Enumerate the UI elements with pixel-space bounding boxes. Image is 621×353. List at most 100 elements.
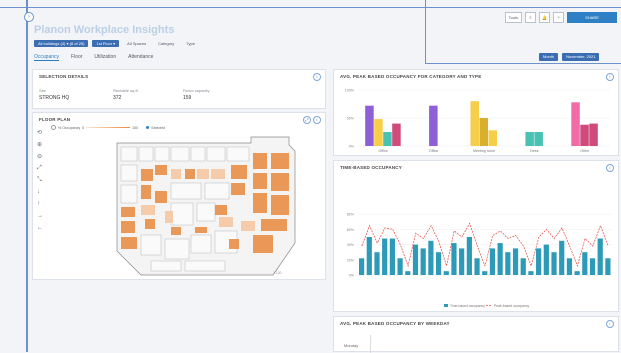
chart3-title: AVG. PEAK BASED OCCUPANCY BY WEEKDAY — [340, 321, 450, 326]
fit-tool[interactable]: ⤢ — [37, 165, 42, 172]
rentable-label: Rentable sq.ft — [113, 88, 138, 93]
info-icon[interactable]: i — [606, 320, 614, 328]
bar — [574, 271, 580, 275]
filter-bar: All buildings (4) ▾ (8 of 25) 1st Floor … — [34, 40, 199, 47]
bell-icon[interactable]: 🔔 — [539, 12, 550, 23]
floor-plan-title: FLOOR PLAN — [39, 117, 71, 122]
bar — [382, 238, 388, 275]
info-icon[interactable]: i — [313, 73, 321, 81]
pan-down-tool[interactable]: ↓ — [37, 189, 40, 195]
expand-icon[interactable]: ⤢ — [303, 116, 311, 124]
bar — [366, 237, 372, 275]
bar — [429, 105, 438, 146]
bar — [389, 238, 395, 275]
site-label: Site — [39, 88, 46, 93]
weekday-label: Monday — [344, 343, 359, 348]
x-tick-label: Office — [379, 149, 388, 153]
bar — [374, 119, 383, 146]
category-type-occupancy-panel: AVG. PEAK BASED OCCUPANCY FOR CATEGORY A… — [333, 69, 619, 156]
filter-building[interactable]: All buildings (4) ▾ (8 of 25) — [34, 40, 89, 47]
zoom-in-tool[interactable]: ⊕ — [37, 141, 42, 148]
bar — [551, 252, 557, 275]
bar — [520, 258, 526, 275]
date-range-select[interactable]: November, 2021 — [562, 53, 600, 61]
site-value: STRONG HQ — [39, 95, 70, 101]
bar — [466, 237, 472, 275]
y-tick-label: 40% — [347, 243, 355, 247]
zoom-out-tool[interactable]: ⊖ — [37, 153, 42, 160]
rentable-value: 372 — [113, 95, 122, 101]
fullscreen-tool[interactable]: ⤡ — [37, 177, 42, 184]
bar — [589, 258, 596, 275]
bar — [543, 244, 549, 275]
share-button[interactable]: SHARE — [567, 12, 617, 23]
date-navigation: Month November, 2021 — [539, 53, 600, 61]
period-select[interactable]: Month — [539, 53, 559, 61]
chart1-title: AVG. PEAK BASED OCCUPANCY FOR CATEGORY A… — [340, 74, 482, 79]
tab-attendance[interactable]: Attendance — [128, 54, 153, 61]
tab-occupancy[interactable]: Occupancy — [34, 54, 60, 61]
bar — [597, 238, 603, 275]
legend-min: 0 — [82, 125, 85, 130]
bar — [405, 271, 411, 275]
bar — [580, 124, 589, 146]
topbar-actions: Tools ≡ 🔔 ? SHARE — [504, 12, 617, 23]
bar — [435, 252, 442, 275]
filter-floor[interactable]: 1st Floor ▾ — [92, 40, 120, 47]
menu-icon[interactable]: ≡ — [525, 12, 536, 23]
info-icon[interactable]: i — [606, 73, 614, 81]
x-tick-label: Office — [429, 149, 438, 153]
y-tick-label: 100% — [345, 89, 355, 93]
tab-bar: Occupancy Floor Utilization Attendance — [34, 54, 153, 61]
info-icon[interactable]: i — [606, 164, 614, 172]
legend-peak: Peak-based occupancy — [494, 304, 530, 308]
filter-type[interactable]: Type — [182, 40, 199, 47]
occupancy-gradient — [86, 127, 131, 128]
bar — [420, 248, 426, 275]
bar — [443, 271, 449, 275]
bar — [525, 132, 534, 146]
floor-plan-legend: % Occupancy 0 100 Selected — [51, 125, 165, 130]
bar — [412, 244, 419, 275]
bar — [459, 248, 465, 275]
bar — [374, 252, 380, 275]
bar — [474, 258, 480, 275]
y-tick-label: 50% — [347, 117, 355, 121]
selection-details-panel: SELECTION DETAILS i Site STRONG HQ Renta… — [32, 69, 326, 109]
sidebar-collapse-icon[interactable]: › — [24, 12, 34, 22]
selected-swatch — [146, 126, 150, 129]
bar — [365, 105, 374, 146]
help-icon[interactable]: ? — [553, 12, 564, 23]
y-tick-label: 80% — [347, 213, 355, 217]
x-tick-label: Other — [580, 149, 590, 153]
bar — [512, 248, 519, 275]
chart2-title: TIME-BASED OCCUPANCY — [340, 165, 402, 170]
frame-left-line — [26, 0, 28, 352]
time-based-occupancy-panel: TIME-BASED OCCUPANCY i 0% 20% 40% 60% 80% Tim… — [333, 160, 619, 312]
weekday-occupancy-panel: AVG. PEAK BASED OCCUPANCY BY WEEKDAY i M… — [333, 316, 619, 353]
x-tick-label: Meeting room — [473, 149, 495, 153]
bar — [451, 243, 457, 275]
tab-floor[interactable]: Floor — [71, 54, 82, 61]
selection-details-title: SELECTION DETAILS — [39, 74, 89, 79]
tab-utilization[interactable]: Utilization — [94, 54, 116, 61]
category-type-chart[interactable]: 0% 50% 100% Office Office Meeting room Desk Oth… — [334, 82, 618, 156]
rotate-tool[interactable]: ⟲ — [37, 129, 42, 136]
filter-space[interactable]: All Spaces — [123, 40, 150, 47]
floor-plan-drawing[interactable] — [111, 135, 301, 280]
bar — [589, 123, 598, 146]
page-title: Planon Workplace Insights — [34, 24, 175, 36]
y-tick-label: 0% — [349, 145, 355, 149]
time-based-chart[interactable]: 0% 20% 40% 60% 80% Time-based occupancy Peak-b… — [334, 173, 618, 311]
bar — [428, 240, 434, 275]
legend-max: 100 — [132, 125, 139, 130]
y-tick-label: 20% — [347, 258, 355, 262]
occupancy-swatch — [51, 125, 56, 130]
filter-category[interactable]: Category — [154, 40, 178, 47]
pan-left-tool[interactable]: ← — [37, 225, 43, 231]
info-icon[interactable]: i — [313, 116, 321, 124]
tools-button[interactable]: Tools — [504, 12, 522, 23]
pan-right-tool[interactable]: → — [37, 213, 43, 219]
y-tick-label: 60% — [347, 228, 355, 232]
pan-up-tool[interactable]: ↑ — [37, 201, 40, 207]
